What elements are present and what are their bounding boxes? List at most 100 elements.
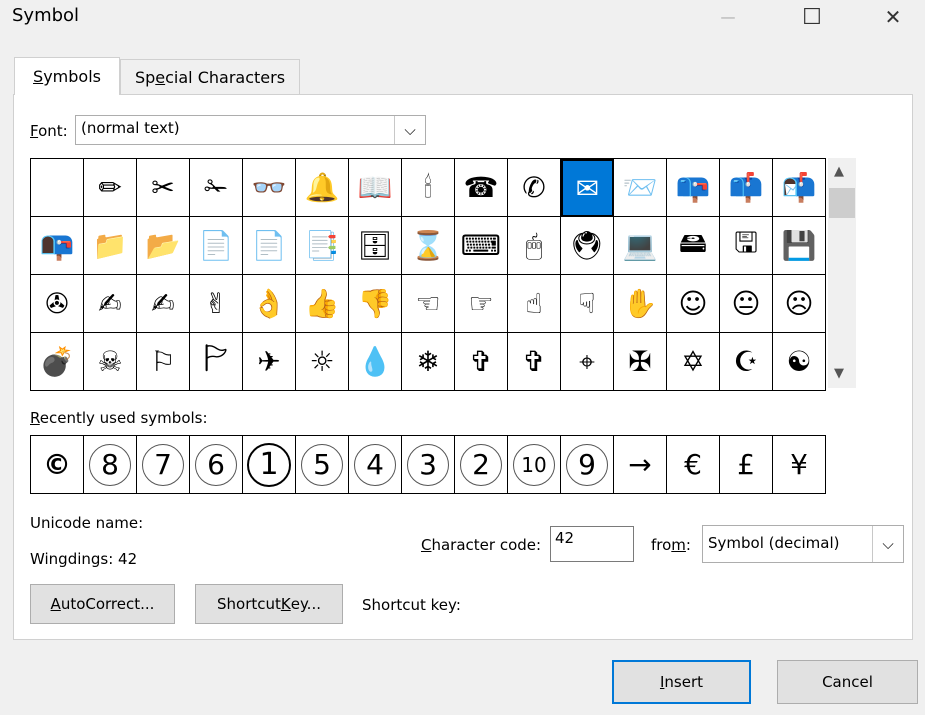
close-button[interactable]: ✕: [870, 0, 916, 34]
symbol-cell[interactable]: ✉: [561, 159, 614, 217]
symbol-cell[interactable]: 📄: [243, 217, 296, 275]
recent-symbol-cell[interactable]: 5: [296, 436, 349, 494]
symbol-cell[interactable]: ✋: [614, 275, 667, 333]
symbol-cell[interactable]: ✠: [614, 333, 667, 391]
symbol-cell[interactable]: ❄: [402, 333, 455, 391]
maximize-button[interactable]: ☐: [789, 0, 835, 34]
symbol-cell[interactable]: ✇: [31, 275, 84, 333]
font-label-rest: ont:: [38, 122, 68, 140]
shortcut-key-button[interactable]: Shortcut Key...: [195, 584, 343, 624]
symbol-cell[interactable]: ✏: [84, 159, 137, 217]
symbol-cell[interactable]: ✡: [667, 333, 720, 391]
symbol-cell[interactable]: ✌: [190, 275, 243, 333]
symbol-cell[interactable]: 🗄: [349, 217, 402, 275]
symbol-cell[interactable]: ☝: [508, 275, 561, 333]
symbol-cell[interactable]: ✞: [508, 333, 561, 391]
recent-symbol-cell[interactable]: 10: [508, 436, 561, 494]
symbol-cell[interactable]: 💻: [614, 217, 667, 275]
font-select-value: (normal text): [81, 119, 180, 137]
symbol-cell[interactable]: ⚐: [137, 333, 190, 391]
symbol-cell[interactable]: 📪: [667, 159, 720, 217]
symbol-cell[interactable]: ⌨: [455, 217, 508, 275]
recent-symbol-cell[interactable]: £: [720, 436, 773, 494]
symbol-cell[interactable]: ☼: [296, 333, 349, 391]
recent-symbols-grid[interactable]: © 8 7 6 1 5 4 3 2 10 9 → € £ ¥: [30, 435, 826, 494]
symbol-cell[interactable]: ✈: [243, 333, 296, 391]
symbol-cell[interactable]: 👍: [296, 275, 349, 333]
symbol-cell[interactable]: 📬: [773, 159, 826, 217]
symbol-cell[interactable]: 👌: [243, 275, 296, 333]
cancel-button[interactable]: Cancel: [777, 660, 918, 704]
recent-symbol-cell[interactable]: 4: [349, 436, 402, 494]
symbol-cell[interactable]: ✞: [455, 333, 508, 391]
symbol-cell[interactable]: 😐: [720, 275, 773, 333]
symbol-cell[interactable]: 🖫: [720, 217, 773, 275]
close-icon: ✕: [884, 5, 902, 29]
from-select[interactable]: Symbol (decimal) ⌵: [702, 525, 904, 563]
symbol-cell[interactable]: ☟: [561, 275, 614, 333]
symbol-cell[interactable]: 📫: [720, 159, 773, 217]
symbol-cell[interactable]: [31, 159, 84, 217]
symbol-cell[interactable]: ⌖: [561, 333, 614, 391]
symbol-cell[interactable]: 🕯: [402, 159, 455, 217]
symbol-cell[interactable]: 📨: [614, 159, 667, 217]
symbol-cell[interactable]: 🖴: [667, 217, 720, 275]
symbol-cell[interactable]: ☜: [402, 275, 455, 333]
recent-symbol-cell[interactable]: €: [667, 436, 720, 494]
recent-symbol-cell[interactable]: 1: [243, 436, 296, 494]
symbol-cell[interactable]: 🔔: [296, 159, 349, 217]
symbol-cell[interactable]: ☹: [773, 275, 826, 333]
symbol-cell[interactable]: ☠: [84, 333, 137, 391]
symbol-cell[interactable]: ⌛: [402, 217, 455, 275]
tab-symbols[interactable]: Symbols: [14, 57, 120, 95]
minimize-button[interactable]: —: [705, 0, 751, 34]
recent-symbol-cell[interactable]: →: [614, 436, 667, 494]
recent-symbol-cell[interactable]: ¥: [773, 436, 826, 494]
recent-symbol-cell[interactable]: ©: [31, 436, 84, 494]
symbol-cell[interactable]: 📖: [349, 159, 402, 217]
symbol-cell[interactable]: 📭: [31, 217, 84, 275]
symbol-cell[interactable]: 💣: [31, 333, 84, 391]
autocorrect-button[interactable]: AutoCorrect...: [30, 584, 175, 624]
symbol-cell[interactable]: 💧: [349, 333, 402, 391]
symbol-cell[interactable]: ☯: [773, 333, 826, 391]
symbol-cell[interactable]: ✁: [190, 159, 243, 217]
symbol-cell[interactable]: ☞: [455, 275, 508, 333]
symbol-cell[interactable]: ✂: [137, 159, 190, 217]
recent-symbol-cell[interactable]: 8: [84, 436, 137, 494]
char-code-label-key: C: [421, 536, 432, 554]
symbol-cell[interactable]: 🏱: [190, 333, 243, 391]
from-label-key: m: [671, 536, 686, 554]
symbol-cell[interactable]: 🖲: [561, 217, 614, 275]
recent-symbol-cell[interactable]: 6: [190, 436, 243, 494]
character-code-input[interactable]: 42: [550, 526, 634, 562]
scroll-up-icon[interactable]: ▲: [834, 164, 844, 179]
symbol-cell[interactable]: 📂: [137, 217, 190, 275]
symbol-cell[interactable]: ☎: [455, 159, 508, 217]
symbol-cell[interactable]: 👓: [243, 159, 296, 217]
recent-symbol-cell[interactable]: 7: [137, 436, 190, 494]
symbol-cell[interactable]: ☪: [720, 333, 773, 391]
recent-symbol-cell[interactable]: 3: [402, 436, 455, 494]
symbol-cell[interactable]: 📑: [296, 217, 349, 275]
character-name: Wingdings: 42: [30, 550, 138, 568]
symbol-cell[interactable]: 🖱: [508, 217, 561, 275]
recent-symbol-cell[interactable]: 2: [455, 436, 508, 494]
character-code-label: Character code:: [421, 536, 541, 554]
symbol-cell[interactable]: 💾: [773, 217, 826, 275]
recent-symbol-cell[interactable]: 9: [561, 436, 614, 494]
scroll-down-icon[interactable]: ▼: [834, 366, 844, 381]
tab-special-characters[interactable]: Sp e cial Characters: [120, 59, 300, 95]
recent-symbol-glyph: 3: [407, 443, 449, 486]
insert-button[interactable]: Insert: [612, 660, 751, 704]
symbol-cell[interactable]: 📄: [190, 217, 243, 275]
symbol-cell[interactable]: ☺: [667, 275, 720, 333]
font-select[interactable]: (normal text) ⌵: [75, 115, 426, 145]
symbol-cell[interactable]: ✍: [84, 275, 137, 333]
symbol-cell[interactable]: ✍: [137, 275, 190, 333]
symbol-grid[interactable]: ✏ ✂ ✁ 👓 🔔 📖 🕯 ☎ ✆ ✉ 📨 📪 📫 📬 📭 📁 📂 📄 📄 📑 🗄 ⌛ ⌨ 🖱 🖲 💻 🖴 🖫 💾 ✇ ✍ ✍ ✌ 👌 👍 👎 ☜ ☞ ☝ ☟…: [30, 158, 826, 391]
symbol-cell[interactable]: 👎: [349, 275, 402, 333]
symbol-cell[interactable]: 📁: [84, 217, 137, 275]
scrollbar-thumb[interactable]: [829, 188, 855, 218]
symbol-cell[interactable]: ✆: [508, 159, 561, 217]
